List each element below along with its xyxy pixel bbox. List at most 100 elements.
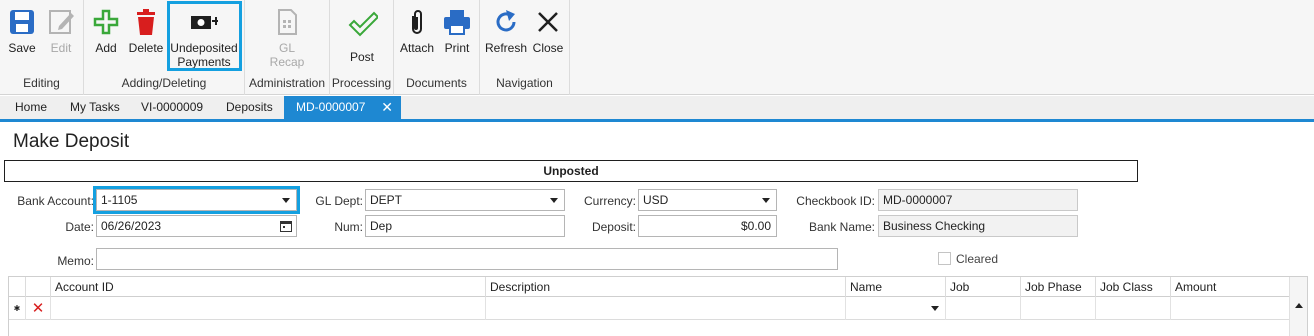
chevron-down-icon [550, 198, 558, 203]
deposit-lines-grid: Account ID Description Name Job Job Phas… [8, 276, 1308, 336]
tab-md-0000007[interactable]: MD-0000007 ✕ [284, 96, 401, 119]
gl-dept-label: GL Dept: [315, 194, 363, 208]
gl-dept-value: DEPT [370, 193, 403, 207]
editing-group-label: Editing [23, 76, 60, 90]
post-button[interactable]: Post [338, 0, 386, 72]
administration-group: GL Recap Administration [245, 0, 330, 95]
chevron-down-icon [762, 198, 770, 203]
print-button[interactable]: Print [440, 0, 474, 72]
cleared-checkbox[interactable] [938, 252, 951, 265]
new-row-marker: ✱ [13, 304, 21, 313]
column-header-name[interactable]: Name [845, 277, 945, 297]
memo-label: Memo: [57, 254, 94, 268]
add-label: Add [95, 41, 117, 55]
delete-label: Delete [128, 41, 164, 55]
column-header-job-class[interactable]: Job Class [1095, 277, 1170, 297]
checkbook-id-field: MD-0000007 [878, 189, 1078, 211]
save-label: Save [8, 41, 36, 55]
printer-icon [444, 10, 470, 35]
plus-icon [93, 9, 119, 35]
column-header-job-phase[interactable]: Job Phase [1020, 277, 1095, 297]
date-field[interactable]: 06/26/2023 [96, 215, 297, 237]
gl-recap-label: GL Recap [267, 41, 307, 69]
name-cell[interactable] [845, 297, 945, 320]
document-tabs: Home My Tasks VI-0000009 Deposits MD-000… [0, 96, 1314, 122]
documents-group-label: Documents [406, 76, 467, 90]
calendar-icon[interactable] [280, 220, 292, 232]
gl-dept-dropdown[interactable]: DEPT [365, 189, 565, 211]
amount-cell[interactable] [1170, 297, 1290, 320]
edit-label: Edit [50, 41, 72, 55]
status-banner: Unposted [4, 160, 1138, 182]
cleared-label: Cleared [956, 252, 999, 266]
print-label: Print [444, 41, 470, 55]
administration-group-label: Administration [248, 76, 326, 90]
bank-name-label: Bank Name: [808, 220, 875, 234]
tab-close-icon[interactable]: ✕ [381, 96, 393, 119]
currency-value: USD [643, 193, 669, 207]
post-label: Post [349, 50, 374, 64]
grid-scrollbar[interactable] [1289, 277, 1307, 336]
date-label: Date: [65, 220, 94, 234]
refresh-button[interactable]: Refresh [484, 0, 528, 72]
close-button[interactable]: Close [530, 0, 566, 72]
job-class-cell[interactable] [1095, 297, 1170, 320]
account-id-cell[interactable] [50, 297, 485, 320]
page-title: Make Deposit [13, 131, 130, 152]
num-field[interactable]: Dep [365, 215, 565, 237]
gl-recap-line1: GL [278, 41, 295, 55]
close-label: Close [532, 41, 564, 55]
deposit-field[interactable]: $0.00 [638, 215, 777, 237]
grid-col-delete [25, 277, 50, 297]
memo-field[interactable] [96, 248, 838, 270]
adding-deleting-group-label: Adding/Deleting [121, 76, 207, 90]
navigation-group: Refresh Close Navigation [480, 0, 570, 95]
chevron-down-icon[interactable] [931, 306, 939, 311]
scroll-up-icon[interactable] [1295, 303, 1303, 308]
add-button[interactable]: Add [88, 0, 124, 72]
gl-recap-line2: Recap [269, 55, 305, 69]
tab-my-tasks[interactable]: My Tasks [70, 96, 120, 119]
trash-icon [137, 9, 155, 35]
column-header-description[interactable]: Description [485, 277, 845, 297]
editing-group: Save Edit Editing [0, 0, 84, 95]
column-header-job[interactable]: Job [945, 277, 1020, 297]
tab-vi-0000009[interactable]: VI-0000009 [141, 96, 203, 119]
save-button[interactable]: Save [4, 0, 40, 72]
tab-md-0000007-label: MD-0000007 [296, 100, 366, 114]
column-header-account-id[interactable]: Account ID [50, 277, 485, 297]
tab-deposits[interactable]: Deposits [226, 96, 273, 119]
tab-home[interactable]: Home [15, 96, 47, 119]
currency-dropdown[interactable]: USD [638, 189, 777, 211]
navigation-group-label: Navigation [496, 76, 553, 90]
grid-col-marker [9, 277, 25, 297]
attach-button[interactable]: Attach [398, 0, 436, 72]
currency-label: Currency: [583, 194, 636, 208]
processing-group-label: Processing [331, 76, 392, 90]
edit-button[interactable]: Edit [44, 0, 78, 72]
processing-group: Post Processing [330, 0, 394, 95]
documents-group: Attach Print Documents [394, 0, 480, 95]
job-cell[interactable] [945, 297, 1020, 320]
grid-header: Account ID Description Name Job Job Phas… [9, 277, 1307, 297]
bank-account-highlight [93, 186, 300, 214]
close-icon [538, 12, 558, 32]
document-icon [278, 9, 297, 35]
ribbon-toolbar: Save Edit Editing Add Delete Undeposited… [0, 0, 1314, 95]
description-cell[interactable] [485, 297, 845, 320]
date-value: 06/26/2023 [101, 219, 162, 233]
gl-recap-button[interactable]: GL Recap [267, 0, 307, 72]
table-row[interactable]: ✱ ✕ [9, 297, 1307, 320]
attach-label: Attach [399, 41, 435, 55]
save-icon [10, 10, 34, 34]
undeposited-payments-highlight [167, 1, 242, 71]
deposit-label: Deposit: [591, 220, 636, 234]
refresh-icon [496, 10, 516, 32]
delete-row-icon[interactable]: ✕ [25, 297, 50, 320]
edit-icon [49, 10, 74, 34]
column-header-amount[interactable]: Amount [1170, 277, 1290, 297]
delete-button[interactable]: Delete [126, 0, 166, 72]
job-phase-cell[interactable] [1020, 297, 1095, 320]
paperclip-icon [412, 10, 422, 34]
bank-name-field: Business Checking [878, 215, 1078, 237]
